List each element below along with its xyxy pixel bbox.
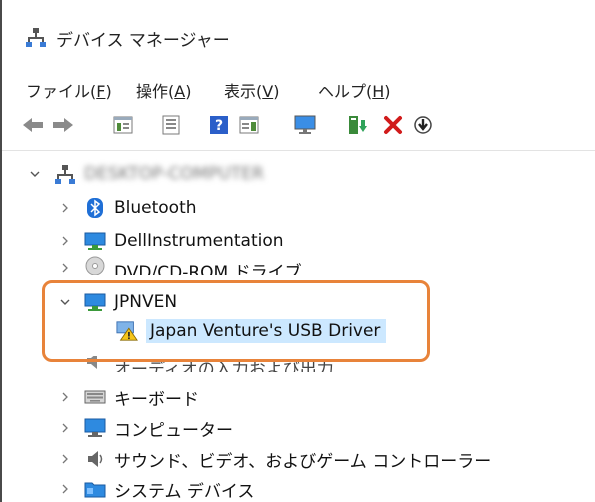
tree-item-label: コンピューター [114, 420, 233, 441]
device-manager-icon [26, 27, 46, 47]
tree-item-label: Bluetooth [114, 198, 197, 218]
chevron-right-icon[interactable] [58, 482, 72, 496]
folder-icon [84, 478, 106, 500]
tree-item-dvd-cdrom[interactable]: DVD/CD-ROM ドライブ [58, 255, 302, 275]
chevron-right-icon[interactable] [58, 201, 72, 215]
back-icon[interactable] [22, 114, 44, 136]
chevron-right-icon[interactable] [58, 390, 72, 404]
tree-item-label: DellInstrumentation [114, 231, 284, 251]
menu-action[interactable]: 操作(A) [136, 78, 191, 102]
tree-item-computer[interactable]: コンピューター [58, 413, 233, 443]
tree-item-label: キーボード [114, 389, 199, 410]
chevron-right-icon[interactable] [58, 421, 72, 435]
menu-file[interactable]: ファイル(F) [26, 78, 112, 102]
computer-icon [84, 291, 106, 313]
window-title: デバイス マネージャー [56, 31, 230, 51]
tree-item-label: サウンド、ビデオ、およびゲーム コントローラー [114, 451, 492, 472]
svg-text:?: ? [215, 118, 223, 134]
menu-help[interactable]: ヘルプ(H) [318, 78, 391, 102]
chevron-right-icon[interactable] [58, 234, 72, 248]
toolbar-divider [2, 150, 595, 151]
bluetooth-icon [84, 197, 106, 219]
device-manager-window: デバイス マネージャー ファイル(F) 操作(A) 表示(V) ヘルプ(H) ? [0, 0, 595, 502]
disc-drive-icon [84, 255, 106, 275]
menu-view[interactable]: 表示(V) [224, 78, 279, 102]
show-hide-console-tree-icon[interactable] [160, 114, 182, 136]
tree-item-dellinstrumentation[interactable]: DellInstrumentation [58, 226, 284, 256]
computer-icon [84, 230, 106, 252]
monitor-icon[interactable] [294, 114, 316, 136]
tree-item-sound-video-game[interactable]: サウンド、ビデオ、およびゲーム コントローラー [58, 444, 491, 474]
tree-item-audio-io[interactable]: オーディオの入力および出力 [58, 356, 334, 372]
tree-item-label: システム デバイス [114, 481, 255, 502]
tree-item-label: JPNVEN [114, 292, 178, 312]
chevron-right-icon[interactable] [58, 452, 72, 466]
tree-root[interactable]: DESKTOP-COMPUTER [28, 159, 264, 189]
menu-bar: ファイル(F) 操作(A) 表示(V) ヘルプ(H) [2, 76, 595, 102]
tree-item-jpnven[interactable]: JPNVEN [58, 287, 177, 317]
tree-item-label: オーディオの入力および出力 [114, 360, 334, 372]
chevron-right-icon[interactable] [58, 358, 72, 372]
forward-icon[interactable] [52, 114, 74, 136]
computer-tree-icon [54, 163, 76, 185]
properties-icon[interactable] [112, 114, 134, 136]
tree-item-japan-venture-usb-driver[interactable]: Japan Venture's USB Driver [116, 316, 387, 346]
warning-device-icon [116, 320, 138, 342]
help-icon[interactable]: ? [208, 114, 230, 136]
speaker-icon [84, 448, 106, 470]
uninstall-icon[interactable] [382, 114, 404, 136]
action-pane-icon[interactable] [238, 114, 260, 136]
toolbar: ? [2, 110, 595, 144]
tree-item-system-devices[interactable]: システム デバイス [58, 474, 254, 502]
chevron-down-icon[interactable] [58, 295, 72, 309]
tree-item-keyboard[interactable]: キーボード [58, 382, 199, 412]
keyboard-icon [84, 386, 106, 408]
tree-item-label: Japan Venture's USB Driver [146, 319, 387, 343]
audio-icon [84, 356, 106, 372]
title-bar: デバイス マネージャー [2, 0, 595, 82]
scan-hardware-icon[interactable] [412, 114, 434, 136]
root-computer-name: DESKTOP-COMPUTER [84, 164, 264, 184]
chevron-right-icon[interactable] [58, 261, 72, 275]
monitor-icon [84, 417, 106, 439]
chevron-down-icon[interactable] [28, 167, 42, 181]
tree-item-bluetooth[interactable]: Bluetooth [58, 193, 197, 223]
tree-item-label: DVD/CD-ROM ドライブ [114, 263, 302, 275]
update-driver-icon[interactable] [346, 114, 368, 136]
